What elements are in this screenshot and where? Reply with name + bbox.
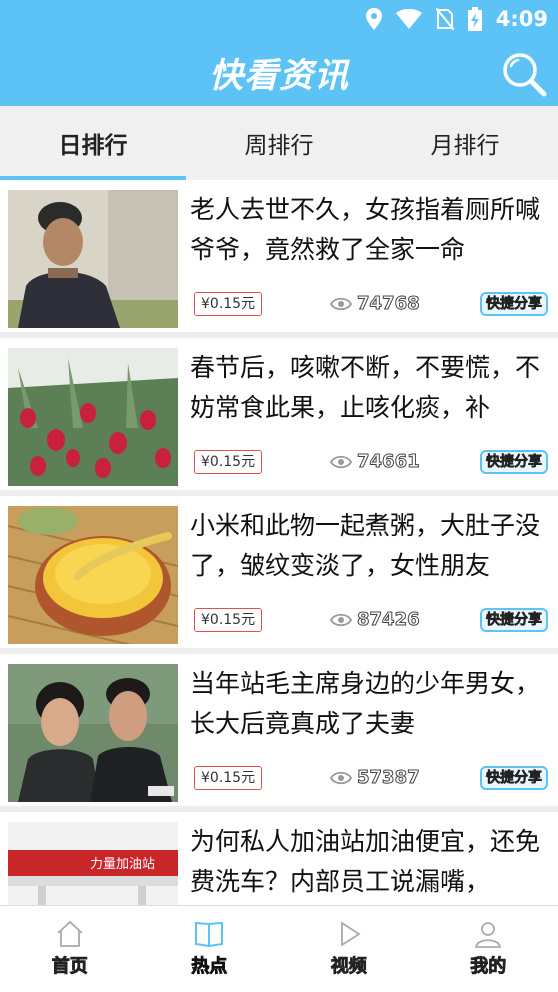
article-thumbnail-elderly-man [8,190,178,328]
view-count-value: 57387 [357,767,421,789]
tab-weekly[interactable]: 周排行 [186,106,372,180]
article-title[interactable]: 当年站毛主席身边的少年男女，长大后竟真成了夫妻 [190,664,552,748]
view-count-value: 74768 [357,293,421,315]
ranking-tabs: 日排行 周排行 月排行 [0,106,558,180]
battery-charging-icon [467,7,482,31]
quick-share-button[interactable]: 快捷分享 [480,292,548,316]
article-card[interactable]: 小米和此物一起煮粥，大肚子没了，皱纹变淡了，女性朋友 ¥0.15元 87426 … [0,496,558,648]
article-feed[interactable]: 老人去世不久，女孩指着厕所喊爷爷，竟然救了全家一命 ¥0.15元 74768 快… [0,180,558,905]
nav-label: 首页 [51,956,88,978]
eye-icon [330,455,352,468]
article-card[interactable]: 力量加油站 为何私人加油站加油便宜，还免费洗车？内部员工说漏嘴， [0,812,558,905]
article-thumbnail-couple [8,664,178,802]
article-title[interactable]: 为何私人加油站加油便宜，还免费洗车？内部员工说漏嘴， [190,822,552,905]
article-card[interactable]: 老人去世不久，女孩指着厕所喊爷爷，竟然救了全家一命 ¥0.15元 74768 快… [0,180,558,332]
nav-video[interactable]: 视频 [279,906,419,992]
nav-mine[interactable]: 我的 [419,906,558,992]
play-icon [340,921,361,947]
article-thumbnail-gas-station: 力量加油站 [8,822,178,905]
reward-price-badge: ¥0.15元 [194,450,263,474]
nav-hot[interactable]: 热点 [140,906,280,992]
book-icon [195,921,224,948]
nav-label: 视频 [330,956,367,978]
article-title[interactable]: 老人去世不久，女孩指着厕所喊爷爷，竟然救了全家一命 [190,190,552,274]
bottom-nav: 首页 热点 视频 我的 [0,905,558,992]
app-header: 4:09 快看资讯 [0,0,558,106]
eye-icon [330,297,352,310]
home-icon [57,920,83,947]
search-icon [503,53,547,97]
article-title[interactable]: 春节后，咳嗽不断，不要慌，不妨常食此果，止咳化痰，补 [190,348,552,432]
reward-price-badge: ¥0.15元 [194,608,263,632]
status-bar: 4:09 [0,0,558,40]
tab-daily[interactable]: 日排行 [0,106,186,180]
view-count-value: 87426 [357,609,421,631]
view-count-value: 74661 [357,451,421,473]
user-icon [475,922,502,948]
article-title[interactable]: 小米和此物一起煮粥，大肚子没了，皱纹变淡了，女性朋友 [190,506,552,590]
eye-icon [330,613,352,626]
article-card[interactable]: 春节后，咳嗽不断，不要慌，不妨常食此果，止咳化痰，补 ¥0.15元 74661 … [0,338,558,490]
view-count: 74768 [330,293,421,315]
article-thumbnail-dragon-fruit [8,348,178,486]
reward-price-badge: ¥0.15元 [194,292,263,316]
reward-price-badge: ¥0.15元 [194,766,263,790]
quick-share-button[interactable]: 快捷分享 [480,450,548,474]
app-title: 快看资讯 [209,56,349,96]
search-button[interactable] [500,50,548,98]
wifi-icon [395,9,422,29]
gas-station-sign: 力量加油站 [90,856,155,871]
location-icon [365,8,382,30]
nav-home[interactable]: 首页 [0,906,140,992]
quick-share-button[interactable]: 快捷分享 [480,608,548,632]
eye-icon [330,771,352,784]
article-card[interactable]: 当年站毛主席身边的少年男女，长大后竟真成了夫妻 ¥0.15元 57387 快捷分… [0,654,558,806]
status-time: 4:09 [495,7,548,31]
quick-share-button[interactable]: 快捷分享 [480,766,548,790]
view-count: 57387 [330,767,421,789]
article-thumbnail-millet-porridge [8,506,178,644]
view-count: 87426 [330,609,421,631]
nav-label: 我的 [470,956,507,978]
tab-monthly[interactable]: 月排行 [372,106,558,180]
no-sim-icon [435,8,454,30]
nav-label: 热点 [191,956,228,978]
view-count: 74661 [330,451,421,473]
